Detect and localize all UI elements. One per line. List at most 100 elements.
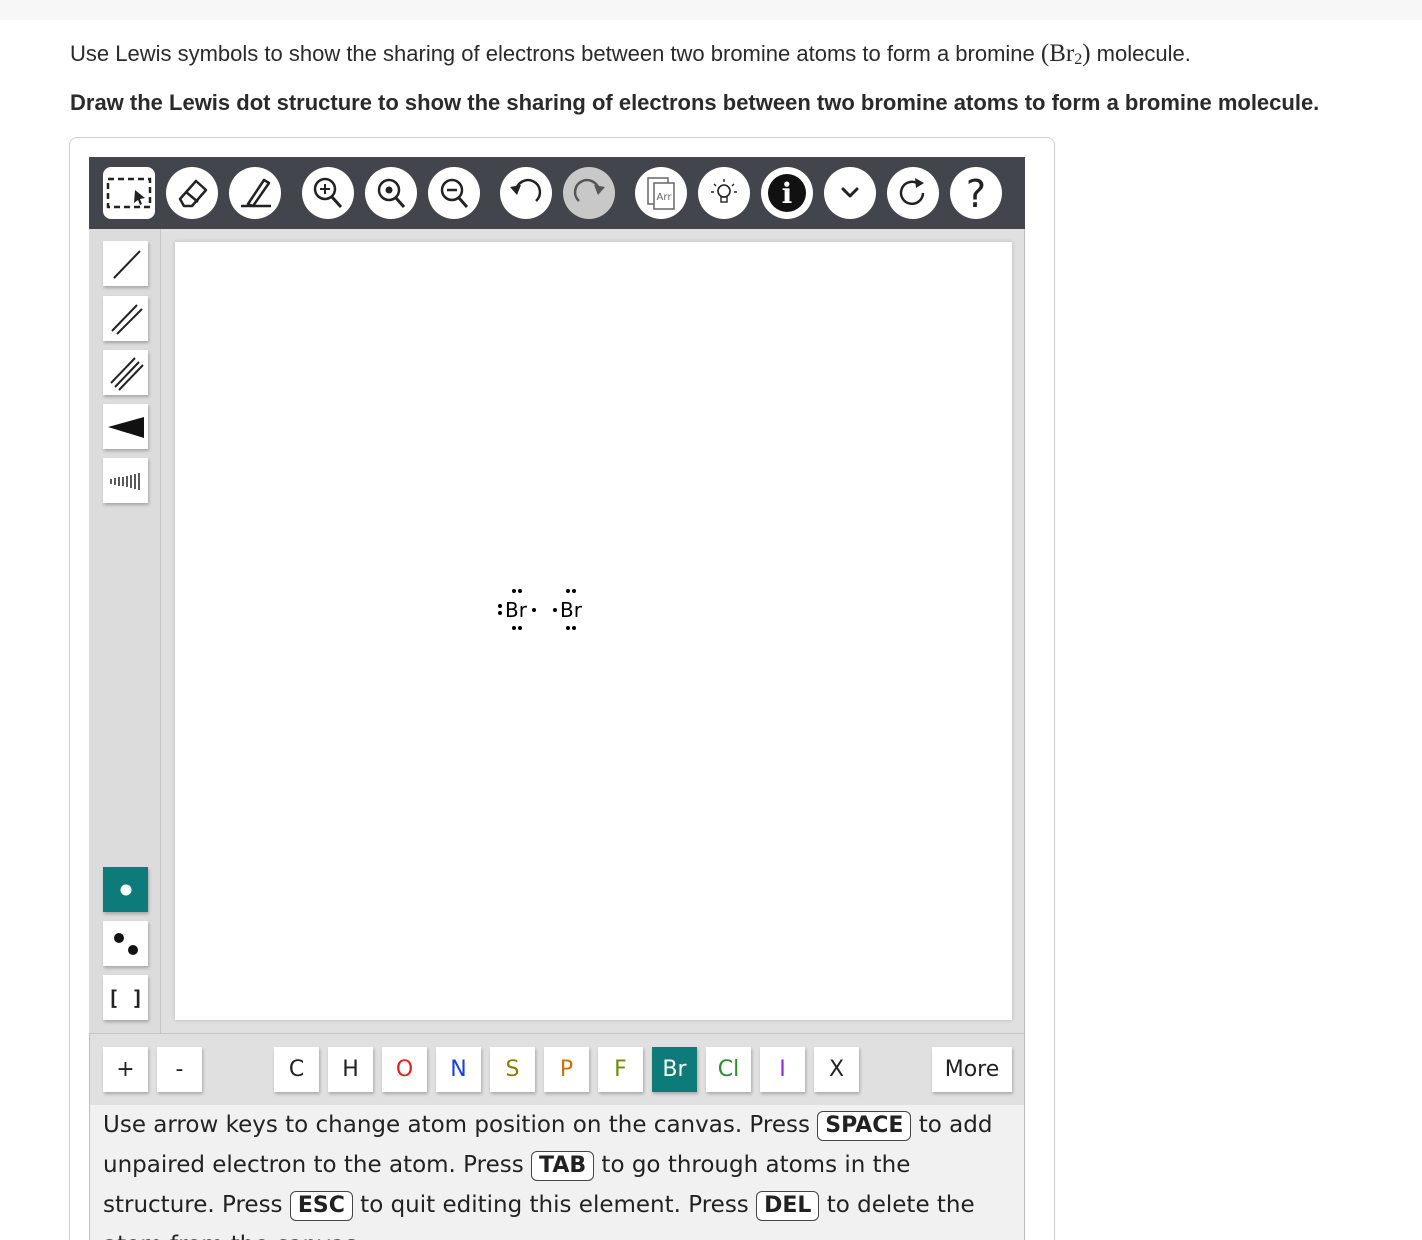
formula-open-paren: ( bbox=[1040, 40, 1050, 67]
zoom-reset-icon bbox=[377, 178, 406, 208]
wedge-bond-icon bbox=[107, 416, 144, 438]
element-p-label: P bbox=[559, 1057, 574, 1082]
redo-icon bbox=[573, 178, 605, 202]
info-label: i bbox=[782, 177, 793, 210]
esc-key: ESC bbox=[289, 1191, 353, 1221]
zoom-out-button[interactable] bbox=[428, 167, 480, 219]
hash-bond-button[interactable] bbox=[103, 458, 148, 503]
element-f-label: F bbox=[614, 1057, 627, 1082]
element-br-label: Br bbox=[662, 1057, 687, 1082]
zoom-out-icon bbox=[440, 178, 469, 208]
tab-key: TAB bbox=[531, 1151, 595, 1181]
electron-dot bbox=[518, 589, 522, 593]
electron-pair-button[interactable] bbox=[103, 921, 148, 966]
element-s-label: S bbox=[505, 1057, 520, 1082]
element-o-label: O bbox=[395, 1057, 414, 1082]
electron-dot bbox=[566, 626, 570, 630]
zoom-in-icon bbox=[313, 177, 343, 209]
element-n-label: N bbox=[450, 1057, 467, 1082]
info-button[interactable]: i bbox=[761, 167, 813, 219]
draw-button[interactable] bbox=[229, 167, 281, 219]
element-n-button[interactable]: N bbox=[436, 1047, 481, 1092]
element-x-label: X bbox=[828, 1057, 845, 1082]
electron-dot bbox=[518, 626, 522, 630]
help-button[interactable]: ? bbox=[950, 167, 1002, 219]
wedge-bond-button[interactable] bbox=[103, 404, 148, 449]
help-text-4: to quit editing this element. Press bbox=[352, 1192, 757, 1218]
element-p-button[interactable]: P bbox=[544, 1047, 589, 1092]
formula-close-paren: ) bbox=[1082, 40, 1091, 67]
templates-icon: Arr bbox=[647, 177, 675, 210]
question-text-end: molecule. bbox=[1090, 41, 1191, 66]
help-label: ? bbox=[966, 172, 986, 215]
redo-button[interactable] bbox=[563, 167, 615, 219]
element-i-label: I bbox=[779, 1057, 786, 1082]
electron-pair-icon bbox=[113, 932, 138, 955]
double-bond-button[interactable] bbox=[103, 296, 148, 341]
increase-charge-button[interactable]: + bbox=[103, 1047, 148, 1092]
element-h-button[interactable]: H bbox=[328, 1047, 373, 1092]
info-icon: i bbox=[768, 174, 806, 212]
eraser-icon bbox=[178, 179, 208, 208]
element-x-button[interactable]: X bbox=[814, 1047, 859, 1092]
brackets-button[interactable]: [ ] bbox=[103, 975, 148, 1020]
double-bond-icon bbox=[110, 303, 143, 335]
drawing-canvas[interactable] bbox=[175, 242, 1012, 1020]
undo-icon bbox=[510, 178, 542, 202]
reset-button[interactable] bbox=[887, 167, 939, 219]
electron-dot bbox=[553, 608, 557, 612]
eraser-button[interactable] bbox=[166, 167, 218, 219]
electron-dot bbox=[572, 589, 576, 593]
atom-br-2[interactable]: Br bbox=[560, 598, 582, 622]
electron-dot bbox=[532, 608, 536, 612]
element-s-button[interactable]: S bbox=[490, 1047, 535, 1092]
more-tools-dropdown[interactable] bbox=[824, 167, 876, 219]
element-br-button[interactable]: Br bbox=[652, 1047, 697, 1092]
element-h-label: H bbox=[342, 1057, 359, 1082]
undo-button[interactable] bbox=[500, 167, 552, 219]
bromine-formula: (Br2) bbox=[1040, 40, 1091, 68]
selection-icon bbox=[106, 177, 152, 209]
templates-label: Arr bbox=[657, 192, 673, 203]
zoom-in-button[interactable] bbox=[302, 167, 354, 219]
element-o-button[interactable]: O bbox=[382, 1047, 427, 1092]
formula-element: Br bbox=[1049, 40, 1075, 67]
templates-button[interactable]: Arr bbox=[635, 167, 687, 219]
electron-dot bbox=[566, 589, 570, 593]
hint-button[interactable] bbox=[698, 167, 750, 219]
space-key: SPACE bbox=[817, 1111, 912, 1141]
keyboard-help: Use arrow keys to change atom position o… bbox=[90, 1105, 1024, 1240]
question-text: Use Lewis symbols to show the sharing of… bbox=[70, 40, 1191, 69]
electron-dot bbox=[512, 626, 516, 630]
question-text-start: Use Lewis symbols to show the sharing of… bbox=[70, 41, 1041, 66]
decrease-charge-button[interactable]: - bbox=[157, 1047, 202, 1092]
electron-dot bbox=[498, 604, 502, 608]
more-elements-button[interactable]: More bbox=[932, 1047, 1012, 1092]
pencil-icon bbox=[241, 178, 271, 208]
single-bond-icon bbox=[112, 249, 141, 279]
instruction-text: Draw the Lewis dot structure to show the… bbox=[70, 90, 1320, 115]
zoom-reset-button[interactable] bbox=[365, 167, 417, 219]
element-cl-button[interactable]: Cl bbox=[706, 1047, 751, 1092]
electron-dot bbox=[498, 611, 502, 615]
element-c-button[interactable]: C bbox=[274, 1047, 319, 1092]
element-cl-label: Cl bbox=[717, 1057, 740, 1082]
element-f-button[interactable]: F bbox=[598, 1047, 643, 1092]
brackets-icon: [ ] bbox=[107, 985, 144, 1010]
electron-dot bbox=[572, 626, 576, 630]
atom-br-1[interactable]: Br bbox=[505, 598, 527, 622]
help-text-1: Use arrow keys to change atom position o… bbox=[103, 1112, 818, 1138]
top-band bbox=[0, 0, 1422, 20]
triple-bond-icon bbox=[109, 356, 144, 391]
chevron-down-icon bbox=[841, 187, 859, 198]
del-key: DEL bbox=[756, 1191, 820, 1221]
element-i-button[interactable]: I bbox=[760, 1047, 805, 1092]
select-tool-button[interactable] bbox=[103, 167, 155, 219]
question-mark-icon: ? bbox=[966, 172, 986, 215]
electron-dot bbox=[512, 589, 516, 593]
hash-bond-icon bbox=[109, 472, 140, 490]
single-bond-button[interactable] bbox=[103, 241, 148, 286]
refresh-icon bbox=[899, 178, 925, 206]
triple-bond-button[interactable] bbox=[103, 350, 148, 395]
single-electron-button[interactable] bbox=[103, 867, 148, 912]
